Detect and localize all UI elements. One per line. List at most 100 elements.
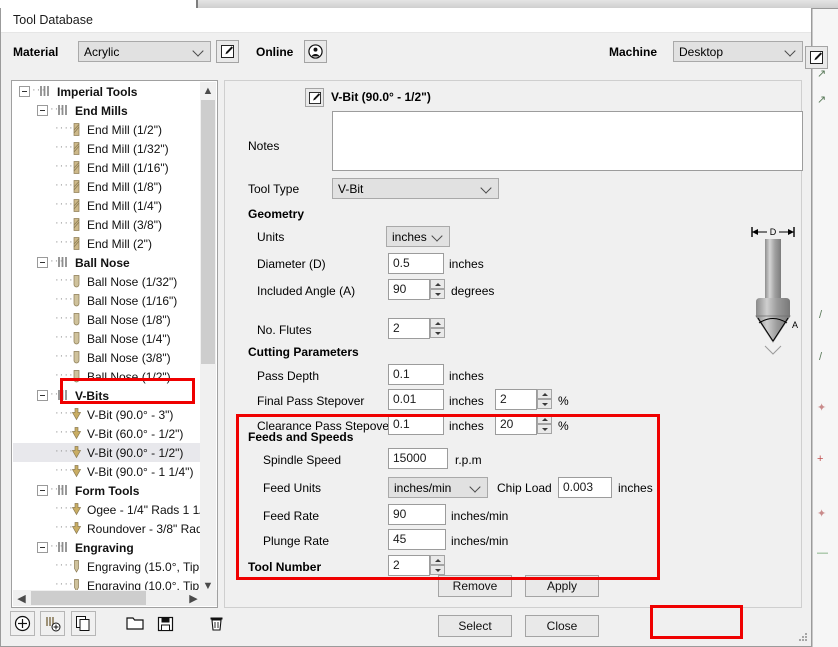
tree-tool-row[interactable]: V-Bit (90.0° - 3")	[13, 405, 202, 424]
tree-item-label: Ball Nose	[75, 255, 130, 270]
tree-group-row[interactable]: Imperial Tools	[13, 82, 202, 101]
online-account-button[interactable]	[304, 40, 327, 63]
tree-vscroll-thumb[interactable]	[201, 100, 215, 364]
tree-tool-row[interactable]: End Mill (3/8")	[13, 215, 202, 234]
apply-button[interactable]: Apply	[525, 575, 599, 597]
no-flutes-spin-buttons[interactable]	[430, 318, 445, 339]
remove-button[interactable]: Remove	[438, 575, 512, 597]
tree-expander-collapse-icon[interactable]	[37, 105, 48, 116]
tree-tool-row[interactable]: Engraving (15.0°, Tip 0.0	[13, 557, 202, 576]
plunge-rate-input[interactable]: 45	[388, 529, 446, 550]
chip-load-input[interactable]: 0.003	[558, 477, 612, 498]
resize-grip[interactable]	[798, 633, 808, 643]
tree-expander-collapse-icon[interactable]	[37, 485, 48, 496]
tool-number-spin-buttons[interactable]	[430, 555, 445, 576]
tool-number-stepper[interactable]: 2	[388, 555, 446, 576]
spin-down-icon[interactable]	[537, 424, 552, 434]
tree-tool-row[interactable]: Ball Nose (1/2")	[13, 367, 202, 386]
spindle-speed-input[interactable]: 15000	[388, 448, 448, 469]
tree-item-label: Form Tools	[75, 483, 140, 498]
tree-group-row[interactable]: End Mills	[13, 101, 202, 120]
scroll-right-arrow-icon[interactable]: ▶	[185, 590, 202, 606]
tree-expander-collapse-icon[interactable]	[19, 86, 30, 97]
scroll-left-arrow-icon[interactable]: ◀	[13, 590, 30, 606]
tree-tool-row[interactable]: End Mill (2")	[13, 234, 202, 253]
spin-up-icon[interactable]	[430, 279, 445, 289]
tree-tool-row[interactable]: End Mill (1/2")	[13, 120, 202, 139]
tree-expander-collapse-icon[interactable]	[37, 542, 48, 553]
tree-hscroll-thumb[interactable]	[31, 591, 146, 605]
clearance-pass-stepover-percent-stepper[interactable]: 20	[495, 414, 553, 435]
spin-down-icon[interactable]	[430, 328, 445, 338]
included-angle-input[interactable]: 90	[388, 279, 430, 300]
clearance-pct-spin-buttons[interactable]	[537, 414, 552, 435]
clearance-pass-stepover-percent-input[interactable]: 20	[495, 414, 537, 435]
tree-tool-row[interactable]: V-Bit (60.0° - 1/2")	[13, 424, 202, 443]
tool-type-dropdown[interactable]: V-Bit	[332, 178, 499, 199]
tree-tool-row[interactable]: Ball Nose (3/8")	[13, 348, 202, 367]
tree-tool-row[interactable]: End Mill (1/8")	[13, 177, 202, 196]
feed-rate-input[interactable]: 90	[388, 504, 446, 525]
tool-tree-list[interactable]: Imperial Tools End Mills End Mill (1/2") En…	[13, 82, 202, 594]
tree-tool-row[interactable]: Ogee - 1/4" Rads 1 1/4" D	[13, 500, 202, 519]
included-angle-stepper[interactable]: 90	[388, 279, 446, 300]
clearance-pass-stepover-input[interactable]: 0.1	[388, 414, 444, 435]
tool-number-input[interactable]: 2	[388, 555, 430, 576]
spin-down-icon[interactable]	[537, 399, 552, 409]
pass-depth-input[interactable]: 0.1	[388, 364, 444, 385]
open-database-button[interactable]	[122, 611, 147, 636]
tree-tool-row[interactable]: V-Bit (90.0° - 1 1/4")	[13, 462, 202, 481]
tree-item-label: Ball Nose (1/16")	[87, 293, 178, 308]
included-angle-spin-buttons[interactable]	[430, 279, 445, 300]
edit-material-button[interactable]	[216, 40, 239, 63]
tree-group-row[interactable]: V-Bits	[13, 386, 202, 405]
diameter-input[interactable]: 0.5	[388, 253, 444, 274]
final-pass-stepover-percent-input[interactable]: 2	[495, 389, 537, 410]
spin-down-icon[interactable]	[430, 565, 445, 575]
edit-tool-name-button[interactable]	[305, 88, 324, 107]
copy-tool-button[interactable]	[71, 611, 96, 636]
notes-input[interactable]	[332, 111, 803, 171]
spin-up-icon[interactable]	[430, 318, 445, 328]
tool-tree-panel[interactable]: Imperial Tools End Mills End Mill (1/2") En…	[11, 80, 218, 608]
add-tool-group-button[interactable]	[40, 611, 65, 636]
tree-tool-row[interactable]: Ball Nose (1/4")	[13, 329, 202, 348]
scroll-up-arrow-icon[interactable]: ▲	[200, 82, 216, 99]
tree-tool-row[interactable]: Ball Nose (1/32")	[13, 272, 202, 291]
spin-up-icon[interactable]	[537, 389, 552, 399]
machine-dropdown[interactable]: Desktop	[673, 41, 803, 62]
no-flutes-stepper[interactable]: 2	[388, 318, 446, 339]
tree-tool-row[interactable]: End Mill (1/16")	[13, 158, 202, 177]
close-button[interactable]: Close	[525, 615, 599, 637]
edit-machine-button[interactable]	[805, 46, 828, 69]
tree-vertical-scrollbar[interactable]: ▲ ▼	[200, 82, 216, 594]
tree-tool-row[interactable]: Roundover - 3/8" Rad 1" D	[13, 519, 202, 538]
tree-tool-row[interactable]: End Mill (1/32")	[13, 139, 202, 158]
tree-horizontal-scrollbar[interactable]: ◀ ▶	[13, 590, 217, 606]
tree-tool-row[interactable]: Ball Nose (1/8")	[13, 310, 202, 329]
tree-group-row[interactable]: Ball Nose	[13, 253, 202, 272]
tree-tool-row[interactable]: End Mill (1/4")	[13, 196, 202, 215]
delete-tool-button[interactable]	[204, 611, 229, 636]
feed-units-dropdown[interactable]: inches/min	[388, 477, 488, 498]
final-pass-stepover-percent-stepper[interactable]: 2	[495, 389, 553, 410]
final-pass-stepover-input[interactable]: 0.01	[388, 389, 444, 410]
tree-tool-row[interactable]: V-Bit (90.0° - 1/2")	[13, 443, 202, 462]
tree-tool-row[interactable]: Ball Nose (1/16")	[13, 291, 202, 310]
add-tool-button[interactable]	[10, 611, 35, 636]
units-dropdown[interactable]: inches	[386, 226, 450, 247]
tree-expander-collapse-icon[interactable]	[37, 390, 48, 401]
save-database-button[interactable]	[153, 611, 178, 636]
spin-up-icon[interactable]	[430, 555, 445, 565]
no-flutes-input[interactable]: 2	[388, 318, 430, 339]
material-dropdown[interactable]: Acrylic	[78, 41, 211, 62]
notes-label: Notes	[248, 139, 280, 153]
tree-group-row[interactable]: Engraving	[13, 538, 202, 557]
select-button[interactable]: Select	[438, 615, 512, 637]
tree-expander-collapse-icon[interactable]	[37, 257, 48, 268]
background-right-panel: ↗ ↗ / / ✦ + ✦ —	[812, 9, 838, 647]
spin-down-icon[interactable]	[430, 289, 445, 299]
tree-group-row[interactable]: Form Tools	[13, 481, 202, 500]
spin-up-icon[interactable]	[537, 414, 552, 424]
final-pct-spin-buttons[interactable]	[537, 389, 552, 410]
